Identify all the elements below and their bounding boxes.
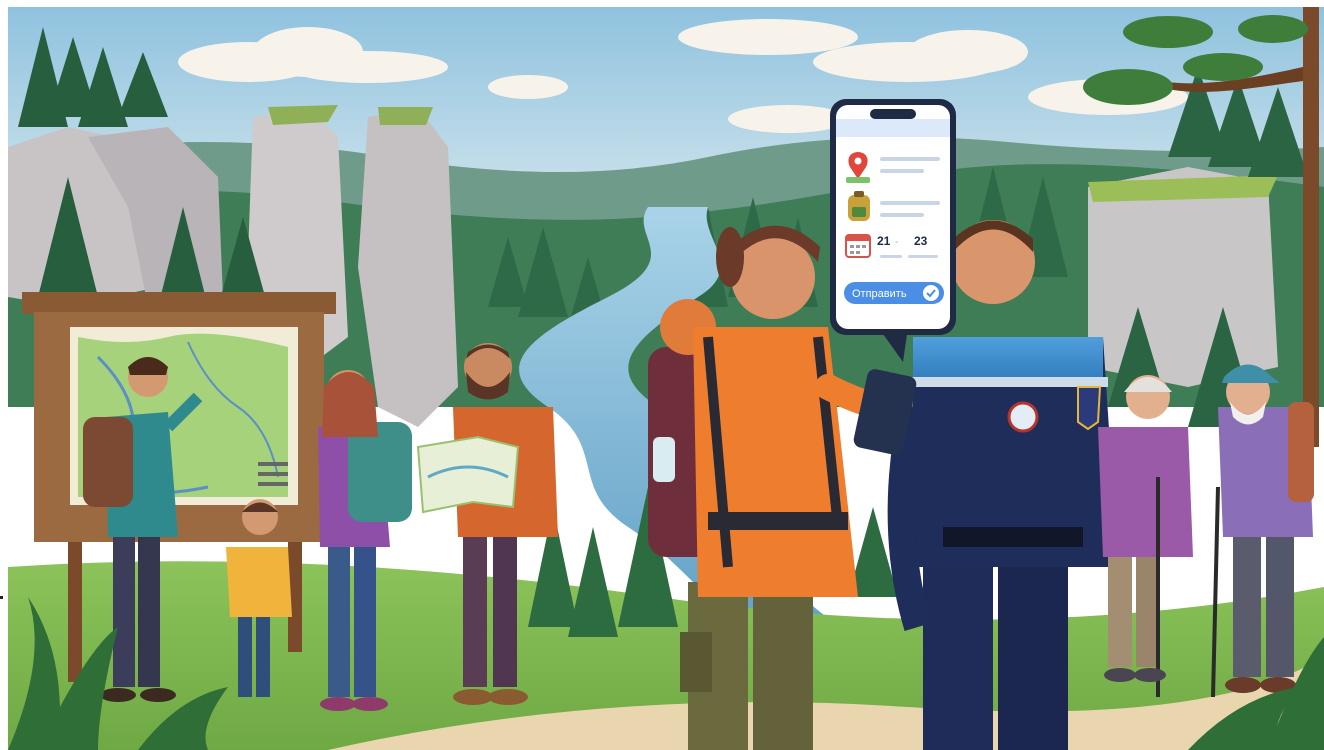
date-to[interactable]: 23 (914, 234, 928, 248)
date-from[interactable]: 21 (877, 234, 891, 248)
stray-pixel-mark (0, 596, 3, 599)
row-placeholder-line (880, 169, 924, 173)
submit-button[interactable]: Отправить (844, 282, 944, 304)
submit-button-label: Отправить (852, 288, 907, 300)
row-placeholder-line (880, 255, 902, 258)
row-placeholder-line (908, 255, 938, 258)
row-placeholder-line (880, 157, 940, 161)
tree-trunk (1303, 7, 1319, 447)
row-placeholder-line (880, 201, 940, 205)
calendar-icon (845, 234, 871, 258)
date-separator: - (895, 237, 898, 248)
checkmark-icon (923, 285, 939, 301)
phone-ui-bubble: 21 - 23 Отправить (830, 99, 956, 362)
row-placeholder-line (880, 213, 924, 217)
hiking-safety-illustration: 21 - 23 Отправить (8, 7, 1324, 750)
